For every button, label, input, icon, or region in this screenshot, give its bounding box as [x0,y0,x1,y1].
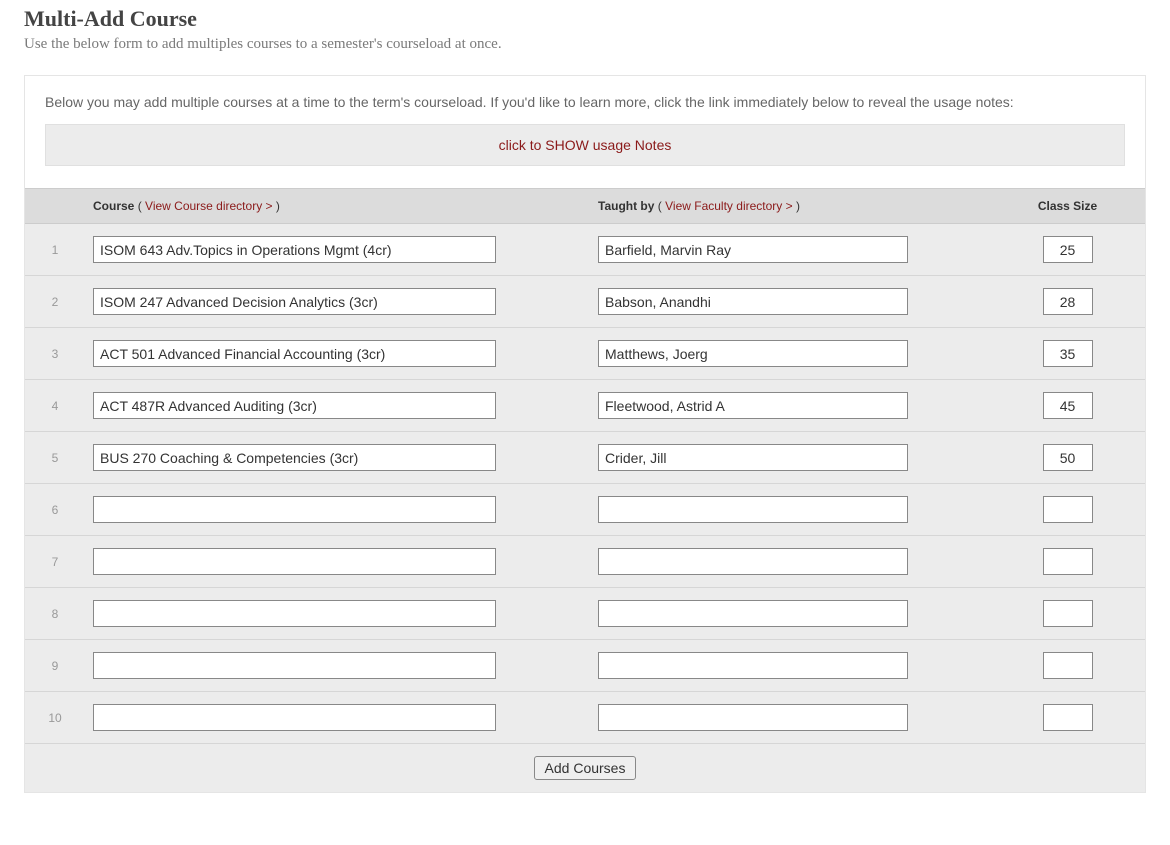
col-header-taughtby: Taught by ( View Faculty directory > ) [590,189,990,224]
page-title: Multi-Add Course [24,6,1146,32]
row-number: 3 [25,328,85,380]
faculty-cell [590,536,990,588]
table-row: 8 [25,588,1145,640]
faculty-input[interactable] [598,444,908,471]
class-size-input[interactable] [1043,392,1093,419]
course-cell [85,380,590,432]
class-size-cell [990,588,1145,640]
faculty-cell [590,588,990,640]
view-course-directory-link[interactable]: View Course directory > [145,199,273,213]
course-input[interactable] [93,236,496,263]
faculty-input[interactable] [598,288,908,315]
table-row: 5 [25,432,1145,484]
faculty-cell [590,484,990,536]
col-header-classsize: Class Size [990,189,1145,224]
taughtby-header-label: Taught by [598,199,654,213]
class-size-input[interactable] [1043,600,1093,627]
class-size-cell [990,692,1145,744]
course-cell [85,276,590,328]
table-row: 4 [25,380,1145,432]
faculty-cell [590,328,990,380]
row-number: 2 [25,276,85,328]
class-size-input[interactable] [1043,704,1093,731]
course-cell [85,692,590,744]
panel-top: Below you may add multiple courses at a … [25,76,1145,188]
row-number: 4 [25,380,85,432]
add-courses-button[interactable]: Add Courses [534,756,637,780]
course-input[interactable] [93,340,496,367]
course-cell [85,328,590,380]
row-number: 1 [25,224,85,276]
class-size-input[interactable] [1043,548,1093,575]
row-number: 9 [25,640,85,692]
table-row: 7 [25,536,1145,588]
multi-add-panel: Below you may add multiple courses at a … [24,75,1146,793]
faculty-cell [590,692,990,744]
table-row: 1 [25,224,1145,276]
faculty-input[interactable] [598,704,908,731]
class-size-input[interactable] [1043,444,1093,471]
class-size-input[interactable] [1043,340,1093,367]
page-subtitle: Use the below form to add multiples cour… [24,36,1146,53]
faculty-cell [590,432,990,484]
course-cell [85,432,590,484]
course-table: Course ( View Course directory > ) Taugh… [25,188,1145,792]
class-size-cell [990,224,1145,276]
faculty-input[interactable] [598,340,908,367]
table-row: 2 [25,276,1145,328]
faculty-input[interactable] [598,496,908,523]
class-size-cell [990,328,1145,380]
table-header-row: Course ( View Course directory > ) Taugh… [25,189,1145,224]
row-number: 10 [25,692,85,744]
col-header-course: Course ( View Course directory > ) [85,189,590,224]
faculty-cell [590,224,990,276]
faculty-cell [590,276,990,328]
row-number: 6 [25,484,85,536]
faculty-input[interactable] [598,600,908,627]
faculty-input[interactable] [598,652,908,679]
course-input[interactable] [93,496,496,523]
row-number: 5 [25,432,85,484]
table-footer-row: Add Courses [25,744,1145,793]
class-size-input[interactable] [1043,496,1093,523]
course-input[interactable] [93,548,496,575]
course-input[interactable] [93,600,496,627]
table-row: 9 [25,640,1145,692]
course-cell [85,484,590,536]
faculty-cell [590,640,990,692]
course-input[interactable] [93,704,496,731]
intro-text: Below you may add multiple courses at a … [45,94,1125,110]
faculty-input[interactable] [598,548,908,575]
class-size-input[interactable] [1043,652,1093,679]
col-header-blank [25,189,85,224]
class-size-cell [990,484,1145,536]
table-row: 3 [25,328,1145,380]
class-size-cell [990,640,1145,692]
table-row: 10 [25,692,1145,744]
course-input[interactable] [93,444,496,471]
course-cell [85,640,590,692]
row-number: 7 [25,536,85,588]
table-row: 6 [25,484,1145,536]
faculty-input[interactable] [598,236,908,263]
course-cell [85,224,590,276]
faculty-input[interactable] [598,392,908,419]
class-size-cell [990,380,1145,432]
course-cell [85,536,590,588]
course-input[interactable] [93,392,496,419]
class-size-input[interactable] [1043,288,1093,315]
row-number: 8 [25,588,85,640]
faculty-cell [590,380,990,432]
usage-notes-toggle[interactable]: click to SHOW usage Notes [45,124,1125,166]
view-faculty-directory-link[interactable]: View Faculty directory > [665,199,793,213]
class-size-cell [990,432,1145,484]
class-size-cell [990,536,1145,588]
class-size-cell [990,276,1145,328]
course-header-label: Course [93,199,134,213]
course-input[interactable] [93,288,496,315]
course-input[interactable] [93,652,496,679]
course-cell [85,588,590,640]
class-size-input[interactable] [1043,236,1093,263]
